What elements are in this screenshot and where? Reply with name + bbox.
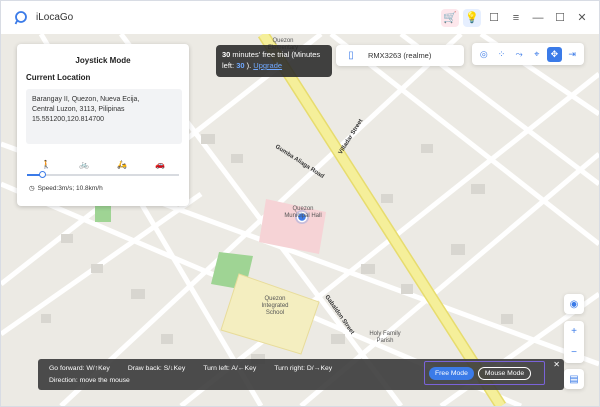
- device-control: ▤: [564, 369, 584, 389]
- device-name: RMX3263 (realme): [368, 51, 432, 60]
- address-line: Central Luzon, 3113, Pilipinas: [32, 106, 125, 113]
- walk-icon[interactable]: 🚶: [41, 160, 51, 169]
- speed-slider-knob[interactable]: [39, 171, 46, 178]
- title-bar-actions: 🛒 💡 ☐ ≡ — ☐ ✕: [441, 1, 591, 34]
- device-selector[interactable]: ▯ RMX3263 (realme): [336, 45, 464, 66]
- title-bar: iLocaGo 🛒 💡 ☐ ≡ — ☐ ✕: [1, 1, 599, 34]
- app-window: iLocaGo 🛒 💡 ☐ ≡ — ☐ ✕ Gumba Aliaga Road …: [0, 0, 600, 407]
- car-icon[interactable]: 🚗: [155, 160, 165, 169]
- close-hint-icon[interactable]: ✕: [553, 360, 560, 369]
- panel-title: Joystick Mode: [75, 56, 131, 65]
- speed-text: Speed:3m/s; 10.8km/h: [37, 184, 103, 192]
- app-logo-icon: [14, 10, 27, 24]
- hint-row: Go forward: W/↑Key Draw back: S/↓Key Tur…: [49, 365, 332, 372]
- multi-spot-icon[interactable]: ⁘: [494, 47, 509, 62]
- device-stack-icon[interactable]: ▤: [569, 374, 578, 385]
- bulb-icon[interactable]: 💡: [463, 8, 481, 27]
- joystick-panel: Joystick Mode Current Location Barangay …: [17, 44, 189, 206]
- current-location-label: Current Location: [26, 73, 91, 82]
- map-toolbar: ◎ ⁘ ⤳ ⌖ ✥ ⇥: [472, 43, 584, 65]
- scooter-icon[interactable]: 🛵: [117, 160, 127, 169]
- hint-direction: Direction: move the mouse: [49, 377, 130, 384]
- cart-icon[interactable]: 🛒: [441, 8, 459, 27]
- trial-banner: 30 minutes' free trial (Minutes left: 30…: [216, 45, 332, 77]
- zoom-in-icon[interactable]: +: [571, 326, 577, 337]
- place-label-school: Quezon Integrated School: [261, 296, 289, 316]
- app-title: iLocaGo: [36, 12, 74, 23]
- mode-toggle-group: Free Mode Mouse Mode: [424, 361, 545, 385]
- address-box: Barangay II, Quezon, Nueva Ecija, Centra…: [26, 89, 182, 144]
- speed-slider[interactable]: [27, 171, 179, 178]
- teleport-icon[interactable]: ◎: [476, 47, 491, 62]
- menu-icon[interactable]: ≡: [507, 9, 525, 27]
- place-label-parish: Holy Family Parish: [369, 331, 401, 344]
- zoom-out-icon[interactable]: −: [571, 347, 577, 358]
- movement-modes: 🚶 🚲 🛵 🚗: [27, 160, 179, 169]
- coordinates: 15.551200,120.814700: [32, 116, 105, 123]
- place-label-municipal: Quezon Municipal Hall: [284, 206, 322, 219]
- close-icon[interactable]: ✕: [573, 9, 591, 27]
- trial-text-end: ).: [244, 61, 254, 70]
- hint-forward: Go forward: W/↑Key: [49, 365, 110, 372]
- minimize-icon[interactable]: —: [529, 9, 547, 27]
- hint-right: Turn right: D/→Key: [274, 365, 333, 372]
- keyboard-hint-bar: Go forward: W/↑Key Draw back: S/↓Key Tur…: [38, 359, 564, 390]
- upgrade-link[interactable]: Upgrade: [253, 61, 282, 70]
- locate-me-icon[interactable]: ◉: [570, 299, 579, 310]
- exit-icon[interactable]: ⇥: [565, 47, 580, 62]
- free-mode-button[interactable]: Free Mode: [429, 366, 474, 380]
- speedometer-icon: ◷: [29, 185, 35, 192]
- joystick-icon[interactable]: ✥: [546, 46, 562, 62]
- chat-icon[interactable]: ☐: [485, 9, 503, 27]
- bike-icon[interactable]: 🚲: [79, 160, 89, 169]
- location-pin-icon[interactable]: ⌖: [529, 47, 544, 62]
- address-line: Barangay II, Quezon, Nueva Ecija,: [32, 96, 140, 103]
- hint-left: Turn left: A/←Key: [203, 365, 257, 372]
- locate-control: ◉: [564, 294, 584, 314]
- maximize-icon[interactable]: ☐: [551, 9, 569, 27]
- route-icon[interactable]: ⤳: [512, 47, 527, 62]
- speed-readout: ◷ Speed:3m/s; 10.8km/h: [29, 184, 189, 193]
- hint-back: Draw back: S/↓Key: [127, 365, 186, 372]
- mouse-mode-button[interactable]: Mouse Mode: [477, 366, 532, 380]
- phone-icon: ▯: [348, 49, 354, 61]
- zoom-control: + −: [564, 321, 584, 363]
- trial-count: 30: [236, 61, 245, 70]
